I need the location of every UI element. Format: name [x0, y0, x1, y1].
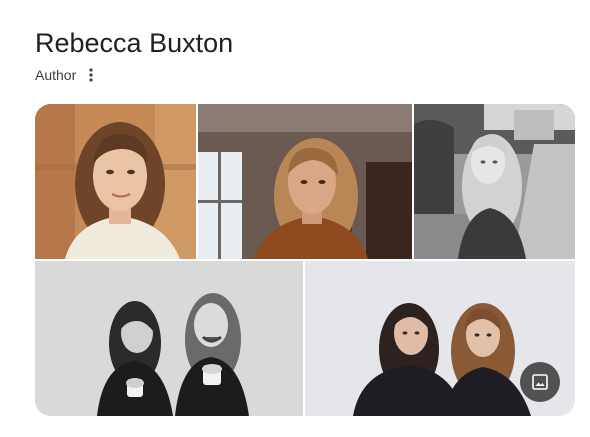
view-images-button[interactable]	[520, 362, 560, 402]
more-vert-icon	[89, 68, 93, 82]
subtitle-label: Author	[35, 67, 77, 83]
image-icon	[532, 374, 548, 390]
subtitle-row: Author	[35, 66, 98, 84]
more-options-button[interactable]	[84, 66, 98, 84]
gallery-image[interactable]	[414, 104, 575, 259]
gallery-image[interactable]	[35, 104, 196, 259]
page-title: Rebecca Buxton	[35, 28, 234, 58]
gallery-image[interactable]	[35, 261, 303, 416]
image-gallery	[35, 104, 575, 416]
gallery-image[interactable]	[198, 104, 412, 259]
